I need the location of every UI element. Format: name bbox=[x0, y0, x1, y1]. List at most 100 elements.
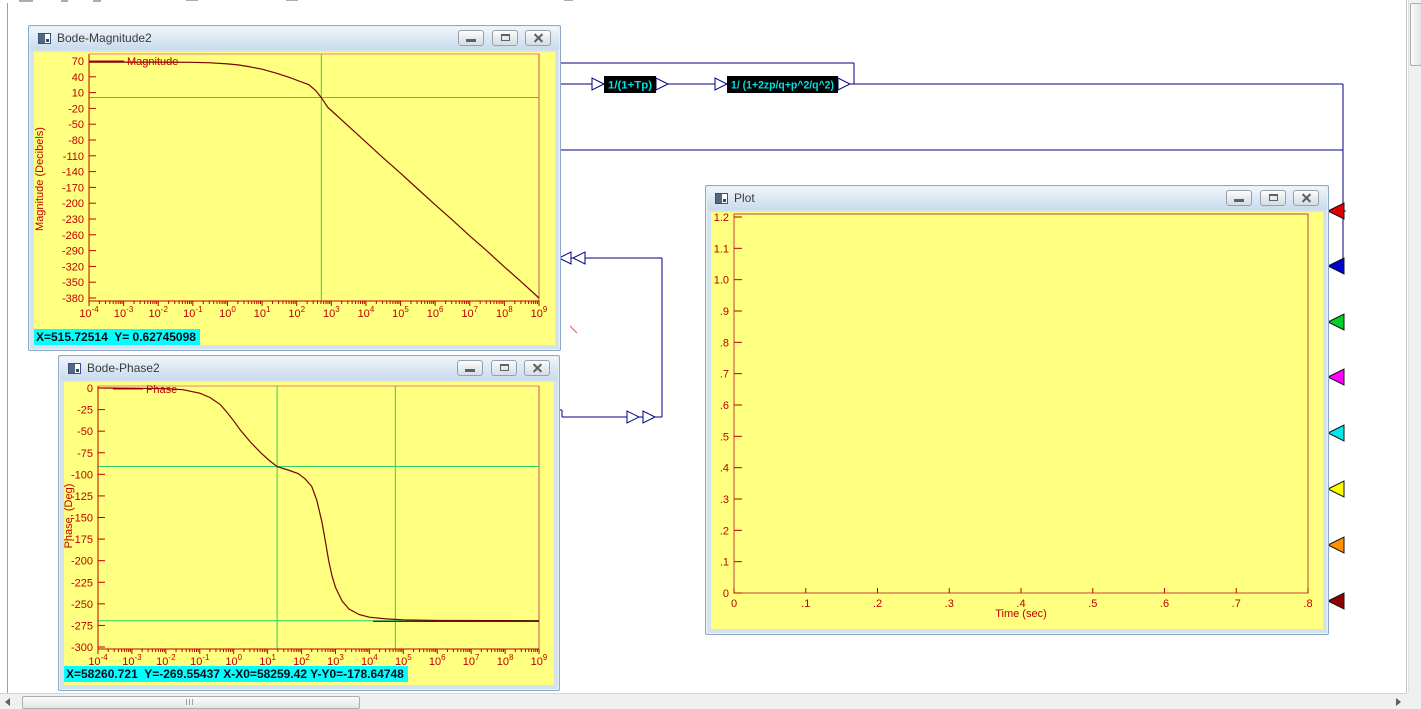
svg-text:109: 109 bbox=[531, 653, 548, 668]
window-title: Plot bbox=[734, 191, 755, 205]
maximize-button[interactable] bbox=[491, 360, 517, 376]
horizontal-scrollbar[interactable] bbox=[0, 693, 1421, 709]
svg-text:-50: -50 bbox=[77, 426, 93, 438]
svg-text:109: 109 bbox=[531, 305, 548, 320]
svg-text:0: 0 bbox=[731, 598, 737, 610]
svg-text:Magnitude (Decibels): Magnitude (Decibels) bbox=[34, 127, 46, 231]
maximize-icon bbox=[1269, 194, 1278, 201]
svg-text:1.1: 1.1 bbox=[714, 243, 729, 255]
window-title: Bode-Magnitude2 bbox=[57, 31, 152, 45]
window-bode-magnitude2[interactable]: Bode-Magnitude2 704010-20-50-80-110-140-… bbox=[28, 25, 561, 351]
maximize-button[interactable] bbox=[1260, 190, 1286, 206]
vertical-scrollbar[interactable] bbox=[1408, 0, 1421, 693]
svg-text:.9: .9 bbox=[720, 306, 729, 318]
window-icon bbox=[715, 193, 728, 204]
svg-text:-25: -25 bbox=[77, 405, 93, 417]
connector-arrow-red[interactable] bbox=[1328, 203, 1344, 219]
svg-text:-100: -100 bbox=[71, 469, 93, 481]
svg-text:106: 106 bbox=[427, 305, 444, 320]
connector-arrow-darkred[interactable] bbox=[1328, 593, 1344, 609]
svg-text:101: 101 bbox=[254, 305, 271, 320]
minimize-button[interactable] bbox=[458, 30, 484, 46]
svg-text:100: 100 bbox=[219, 305, 236, 320]
bode-phase-chart: 0-25-50-75-100-125-150-175-200-225-250-2… bbox=[64, 382, 554, 685]
bode-magnitude-plot-canvas[interactable]: 704010-20-50-80-110-140-170-200-230-260-… bbox=[34, 52, 555, 345]
svg-text:10-3: 10-3 bbox=[114, 305, 134, 320]
svg-text:10-2: 10-2 bbox=[149, 305, 169, 320]
titlebar[interactable]: Bode-Phase2 bbox=[60, 357, 558, 380]
svg-text:-380: -380 bbox=[62, 293, 84, 305]
svg-text:.6: .6 bbox=[1160, 598, 1169, 610]
svg-text:106: 106 bbox=[429, 653, 446, 668]
svg-text:-140: -140 bbox=[62, 167, 84, 179]
svg-text:-80: -80 bbox=[68, 135, 84, 147]
titlebar[interactable]: Bode-Magnitude2 bbox=[30, 27, 559, 50]
window-plot[interactable]: Plot 1.21.11.0.9.8.7.6.5.4.3.2.100.1.2.3… bbox=[705, 185, 1329, 635]
connector-arrow-magenta[interactable] bbox=[1328, 369, 1344, 385]
svg-text:.5: .5 bbox=[1088, 598, 1097, 610]
minimize-button[interactable] bbox=[457, 360, 483, 376]
hidden-connector-mark bbox=[570, 326, 577, 333]
connector-arrow-green[interactable] bbox=[1328, 314, 1344, 330]
crosshair-readout: X=515.72514 Y= 0.62745098 bbox=[34, 329, 200, 345]
svg-text:.6: .6 bbox=[720, 400, 729, 412]
window-bode-phase2[interactable]: Bode-Phase2 0-25-50-75-100-125-150-175-2… bbox=[58, 355, 560, 691]
svg-text:-230: -230 bbox=[62, 214, 84, 226]
svg-text:1.2: 1.2 bbox=[714, 212, 729, 224]
crosshair-readout: X=58260.721 Y=-269.55437 X-X0=58259.42 Y… bbox=[64, 666, 408, 682]
svg-text:.8: .8 bbox=[720, 337, 729, 349]
svg-text:-50: -50 bbox=[68, 119, 84, 131]
connector-arrow-cyan[interactable] bbox=[1328, 425, 1344, 441]
svg-text:.2: .2 bbox=[873, 598, 882, 610]
right-arrow-icon bbox=[1396, 698, 1401, 706]
connector-arrow-yellow[interactable] bbox=[1328, 481, 1344, 497]
time-plot-canvas[interactable]: 1.21.11.0.9.8.7.6.5.4.3.2.100.1.2.3.4.5.… bbox=[711, 212, 1323, 629]
connector-arrow-blue[interactable] bbox=[1328, 258, 1344, 274]
svg-text:.8: .8 bbox=[1303, 598, 1312, 610]
svg-text:0: 0 bbox=[723, 588, 729, 600]
svg-text:.3: .3 bbox=[945, 598, 954, 610]
bode-phase-plot-canvas[interactable]: 0-25-50-75-100-125-150-175-200-225-250-2… bbox=[64, 382, 554, 685]
minimize-button[interactable] bbox=[1226, 190, 1252, 206]
connector-arrow-orange[interactable] bbox=[1328, 537, 1344, 553]
scroll-left-button[interactable] bbox=[0, 694, 17, 709]
minimize-icon bbox=[466, 39, 476, 42]
svg-text:.7: .7 bbox=[1232, 598, 1241, 610]
horizontal-scroll-thumb[interactable] bbox=[22, 696, 360, 709]
vertical-scroll-thumb[interactable] bbox=[1410, 3, 1421, 66]
minimize-icon bbox=[465, 369, 475, 372]
svg-text:0: 0 bbox=[87, 383, 93, 395]
svg-text:Magnitude: Magnitude bbox=[127, 56, 178, 68]
svg-text:.4: .4 bbox=[720, 463, 729, 475]
svg-text:108: 108 bbox=[496, 305, 513, 320]
svg-text:-200: -200 bbox=[71, 556, 93, 568]
close-button[interactable] bbox=[524, 360, 550, 376]
svg-text:104: 104 bbox=[358, 305, 375, 320]
svg-text:-75: -75 bbox=[77, 448, 93, 460]
flow-arrow-left bbox=[573, 252, 585, 264]
minimize-icon bbox=[1234, 199, 1244, 202]
scroll-right-button[interactable] bbox=[1390, 694, 1407, 709]
maximize-button[interactable] bbox=[492, 30, 518, 46]
close-button[interactable] bbox=[525, 30, 551, 46]
flow-arrow-right bbox=[592, 78, 604, 90]
flow-arrow-right bbox=[643, 411, 655, 423]
svg-text:-225: -225 bbox=[71, 577, 93, 589]
svg-text:-250: -250 bbox=[71, 599, 93, 611]
svg-text:103: 103 bbox=[323, 305, 340, 320]
flow-arrow-right bbox=[656, 78, 668, 90]
window-title: Bode-Phase2 bbox=[87, 361, 160, 375]
flow-arrow-right bbox=[627, 411, 639, 423]
window-icon bbox=[68, 363, 81, 374]
svg-text:10-1: 10-1 bbox=[183, 305, 203, 320]
svg-text:Time (sec): Time (sec) bbox=[995, 608, 1047, 620]
close-button[interactable] bbox=[1293, 190, 1319, 206]
svg-text:108: 108 bbox=[497, 653, 514, 668]
titlebar[interactable]: Plot bbox=[707, 187, 1327, 210]
svg-text:.5: .5 bbox=[720, 431, 729, 443]
svg-text:40: 40 bbox=[72, 72, 84, 84]
flow-arrow-right bbox=[838, 78, 850, 90]
svg-text:-260: -260 bbox=[62, 230, 84, 242]
svg-text:.3: .3 bbox=[720, 494, 729, 506]
transfer-function-label: 1/(1+Tp) bbox=[608, 80, 652, 92]
